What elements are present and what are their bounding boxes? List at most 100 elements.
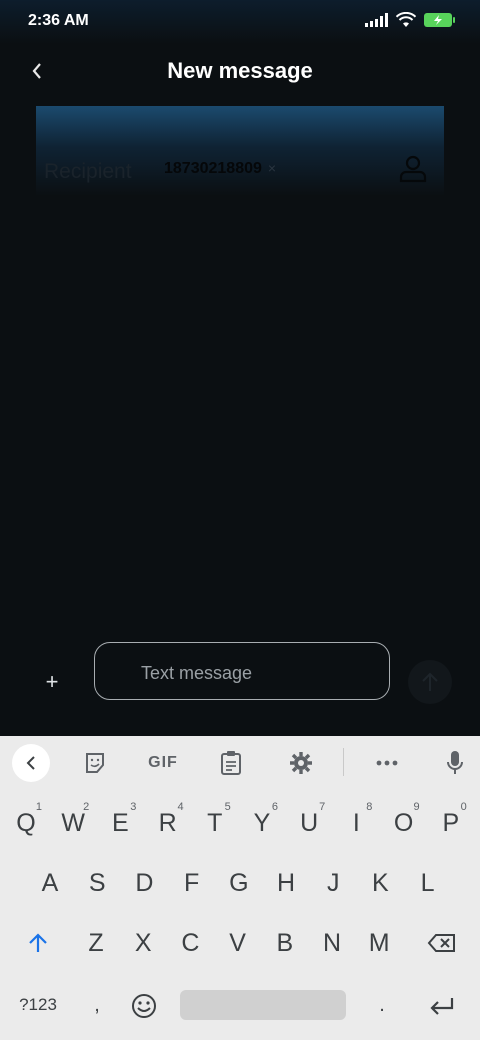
key-s[interactable]: S <box>77 858 117 908</box>
key-u[interactable]: U7 <box>289 798 329 848</box>
recipient-chip-number: 18730218809 <box>164 160 262 177</box>
key-label: T <box>207 808 223 837</box>
key-j[interactable]: J <box>313 858 353 908</box>
key-d[interactable]: D <box>124 858 164 908</box>
key-label: X <box>134 928 152 957</box>
gif-icon[interactable]: GIF <box>146 748 180 778</box>
key-y[interactable]: Y6 <box>242 798 282 848</box>
key-hint: 8 <box>366 801 373 813</box>
key-label: K <box>372 868 389 897</box>
key-hint: 1 <box>35 801 42 813</box>
key-m[interactable]: M <box>359 918 399 968</box>
key-label: Q <box>16 808 36 837</box>
shift-icon <box>29 933 47 952</box>
key-label: D <box>135 868 154 897</box>
period-key[interactable]: . <box>368 988 396 1022</box>
key-hint: 6 <box>271 801 278 813</box>
key-i[interactable]: I8 <box>336 798 376 848</box>
key-label: C <box>181 928 200 957</box>
key-label: P <box>442 808 460 837</box>
key-label: Z <box>88 928 104 957</box>
emoji-key[interactable] <box>128 990 160 1022</box>
key-label: J <box>326 868 340 897</box>
key-label: E <box>112 808 129 837</box>
key-b[interactable]: B <box>265 918 305 968</box>
compose-area: + Text message <box>0 630 480 734</box>
key-q[interactable]: Q1 <box>6 798 46 848</box>
key-label: A <box>41 868 59 897</box>
text-message-input[interactable]: Text message <box>94 642 390 700</box>
key-v[interactable]: V <box>218 918 258 968</box>
space-key[interactable] <box>180 990 346 1020</box>
key-label: I <box>352 808 360 837</box>
key-h[interactable]: H <box>266 858 306 908</box>
status-bar: 2:36 AM <box>0 0 480 44</box>
status-time: 2:36 AM <box>28 12 89 29</box>
key-label: H <box>276 868 296 897</box>
key-label: U <box>300 808 319 837</box>
enter-key[interactable] <box>422 990 462 1022</box>
key-x[interactable]: X <box>123 918 163 968</box>
chevron-left-icon <box>26 756 35 770</box>
recipient-bar[interactable]: Recipient 18730218809 × <box>36 106 444 196</box>
key-label: M <box>368 928 390 957</box>
key-p[interactable]: P0 <box>431 798 471 848</box>
key-label: S <box>88 868 106 897</box>
key-e[interactable]: E3 <box>100 798 140 848</box>
gif-label: GIF <box>148 754 178 771</box>
status-icons <box>365 12 455 28</box>
comma-key[interactable]: , <box>82 988 112 1022</box>
key-z[interactable]: Z <box>76 918 116 968</box>
shift-key[interactable] <box>18 918 58 968</box>
key-l[interactable]: L <box>408 858 448 908</box>
key-r[interactable]: R4 <box>148 798 188 848</box>
mic-icon[interactable] <box>440 748 470 778</box>
backspace-key[interactable] <box>420 918 464 968</box>
recipient-chip-remove[interactable]: × <box>268 160 276 176</box>
backspace-icon <box>427 934 455 952</box>
key-label: W <box>61 808 85 837</box>
key-hint: 3 <box>130 801 137 813</box>
sticker-icon[interactable] <box>80 748 110 778</box>
header: New message <box>0 48 480 96</box>
key-f[interactable]: F <box>172 858 212 908</box>
key-label: G <box>229 868 249 897</box>
key-label: L <box>420 868 435 897</box>
key-label: N <box>322 928 342 957</box>
toolbar-divider <box>343 748 344 776</box>
wifi-icon <box>396 12 416 27</box>
key-label: V <box>229 928 246 957</box>
key-hint: 4 <box>177 801 184 813</box>
key-hint: 5 <box>224 801 231 813</box>
key-g[interactable]: G <box>219 858 259 908</box>
recipient-label: Recipient <box>44 160 132 183</box>
key-hint: 0 <box>460 801 467 813</box>
more-icon[interactable] <box>372 748 402 778</box>
arrow-up-icon <box>422 672 438 691</box>
key-w[interactable]: W2 <box>53 798 93 848</box>
keyboard-toolbar: GIF <box>0 736 480 788</box>
recipient-chip[interactable]: 18730218809 × <box>164 160 276 178</box>
person-icon[interactable] <box>398 154 428 184</box>
send-button[interactable] <box>408 660 452 704</box>
symbols-key[interactable]: ?123 <box>14 990 62 1020</box>
key-o[interactable]: O9 <box>384 798 424 848</box>
add-attachment-button[interactable]: + <box>40 670 64 694</box>
gear-icon[interactable] <box>286 748 316 778</box>
key-hint: 2 <box>83 801 90 813</box>
keyboard: G I F ?123 , . Q 1 W 2 E 3 R 4 T 5 Y 6 U 7… <box>0 736 480 1040</box>
key-n[interactable]: N <box>312 918 352 968</box>
new-message-screen: 2:36 AM New message Recipient 1873021880… <box>0 0 480 1040</box>
text-message-placeholder: Text message <box>141 663 253 683</box>
clipboard-icon[interactable] <box>216 748 246 778</box>
key-k[interactable]: K <box>360 858 400 908</box>
key-label: Y <box>253 808 271 837</box>
key-c[interactable]: C <box>170 918 210 968</box>
key-t[interactable]: T5 <box>195 798 235 848</box>
key-label: B <box>276 928 294 957</box>
battery-charging-icon <box>424 13 455 27</box>
key-a[interactable]: A <box>30 858 70 908</box>
key-hint: 7 <box>319 801 326 813</box>
emoji-icon <box>132 994 156 1018</box>
keyboard-collapse-button[interactable] <box>12 744 50 782</box>
